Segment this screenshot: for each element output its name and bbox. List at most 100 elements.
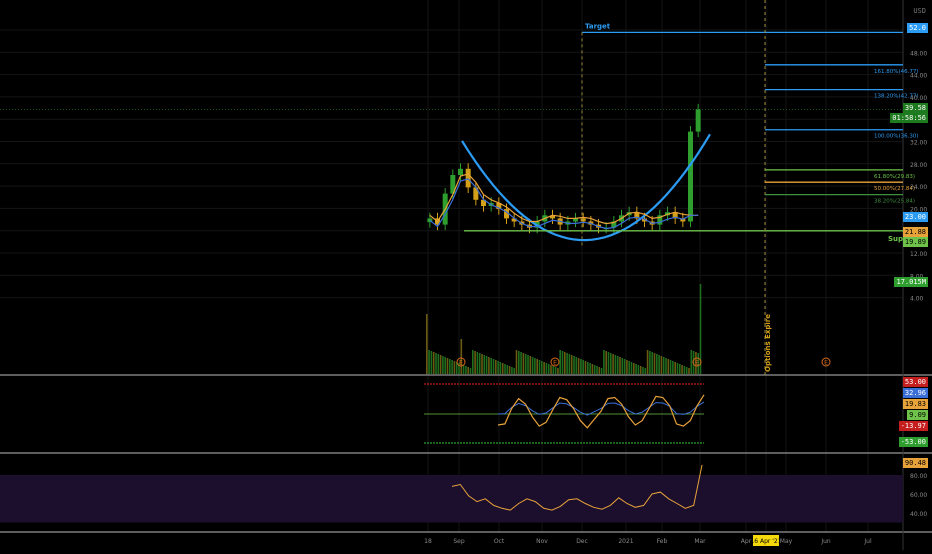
volume-bar [543, 362, 545, 374]
volume-bar [603, 350, 605, 374]
volume-bar [589, 363, 591, 374]
volume-bar [538, 360, 541, 374]
candle-body [465, 168, 471, 188]
volume-bar [593, 365, 596, 374]
volume-bar [667, 359, 670, 374]
price-axis-label: 40.00 [910, 95, 927, 102]
volume-bar [644, 368, 647, 374]
time-axis-label: May [780, 538, 793, 545]
volume-bar [488, 357, 490, 374]
volume-bar [587, 362, 589, 374]
volume-bar [557, 368, 559, 374]
grid [0, 0, 932, 550]
earnings-marker-label: E [553, 360, 557, 367]
candle-body [580, 218, 586, 222]
volume-bar [481, 354, 483, 374]
volume-bar [591, 364, 594, 374]
volume-bar [476, 352, 479, 374]
volume-bar [596, 366, 598, 374]
volume-bar [621, 358, 624, 374]
osc-tag-upper: 53.00 [902, 377, 928, 387]
volume-bar [467, 367, 469, 374]
osc-tag-5: -13.97 [898, 421, 928, 431]
volume-bar [660, 356, 663, 374]
volume-bar [534, 358, 536, 374]
rsi-pane: 80.00 60.00 40.00 [0, 464, 927, 523]
volume-bar [669, 360, 672, 374]
volume-bar [446, 358, 449, 374]
volume-bar [683, 366, 686, 374]
current-price-tag: 39.58 [902, 103, 928, 113]
volume-bar [635, 364, 637, 374]
earnings-marker-label: E [695, 360, 699, 367]
chart-svg[interactable]: SupportTargetOptions Expire161.80%(46.77… [0, 0, 932, 550]
volume-bar [566, 353, 568, 374]
volume-bar [570, 355, 573, 374]
volume-bar [575, 357, 578, 374]
price-axis-label: 4.00 [910, 296, 924, 303]
candle-body [688, 131, 693, 222]
volume-bar [646, 350, 649, 374]
volume-bar [610, 353, 612, 374]
volume-bar [460, 339, 463, 374]
volume-bar [619, 357, 621, 374]
volume-bar [653, 353, 656, 374]
volume-bar [451, 360, 453, 374]
volume-bar [529, 356, 532, 374]
volume-bar [497, 361, 499, 374]
price-axis-label: 24.00 [910, 184, 927, 191]
current-price-time: 01:58:56 [890, 113, 928, 123]
fib-label: 61.80%(29.83) [874, 174, 915, 180]
volume-bar [612, 354, 614, 374]
volume-bar [483, 355, 486, 374]
volume-bar [501, 363, 504, 374]
volume-bar [605, 351, 607, 374]
price-axis-label: 48.00 [910, 50, 927, 57]
ma2-price-tag: 21.88 [902, 227, 928, 237]
time-axis-label: 16 Apr '21 [750, 538, 781, 545]
volume-bar [462, 365, 465, 374]
osc-tag-4: 9.09 [907, 410, 928, 420]
volume-bar [504, 364, 506, 374]
volume-bar [485, 356, 488, 374]
volume-bar [520, 352, 522, 374]
fib-label: 50.00%(27.84) [874, 186, 915, 192]
earnings-marker-label: E [459, 360, 463, 367]
volume-bar [430, 351, 433, 374]
overlays: SupportTargetOptions Expire161.80%(46.77… [0, 0, 920, 375]
volume-bar [564, 352, 566, 374]
volume-bar [637, 365, 640, 374]
volume-bar [536, 359, 538, 374]
volume-bar [658, 355, 660, 374]
volume-bar [527, 355, 529, 374]
volume-bar [511, 367, 513, 374]
volume-bar [577, 358, 580, 374]
volume-bar [426, 314, 428, 374]
price-axis-label: 28.00 [910, 162, 927, 169]
volume-bar [541, 361, 543, 374]
volume-bar [672, 361, 674, 374]
volume-bar [607, 352, 610, 374]
volume-bar [432, 352, 435, 374]
volume-bar [690, 350, 693, 374]
time-axis-label: Feb [657, 538, 668, 545]
volume-bar [513, 368, 515, 374]
chart-stage: SupportTargetOptions Expire161.80%(46.77… [0, 0, 932, 550]
volume-bar [499, 362, 502, 374]
volume-bar [547, 364, 550, 374]
time-axis-label: 18 [424, 538, 432, 545]
volume-bar [552, 366, 555, 374]
volume-bar [568, 354, 571, 374]
target-label: Target [585, 22, 611, 30]
time-axis-label: Oct [494, 538, 505, 545]
volume-bar [688, 368, 690, 374]
volume-bar [495, 360, 497, 374]
volume-bar [651, 352, 653, 374]
volume-bar [685, 367, 688, 374]
volume-bar [554, 367, 557, 374]
volume-bar [584, 361, 587, 374]
volume-bar [614, 355, 617, 374]
time-axis-label: Jul [863, 538, 872, 545]
candle-body [695, 109, 701, 132]
volume-bar [573, 356, 575, 374]
